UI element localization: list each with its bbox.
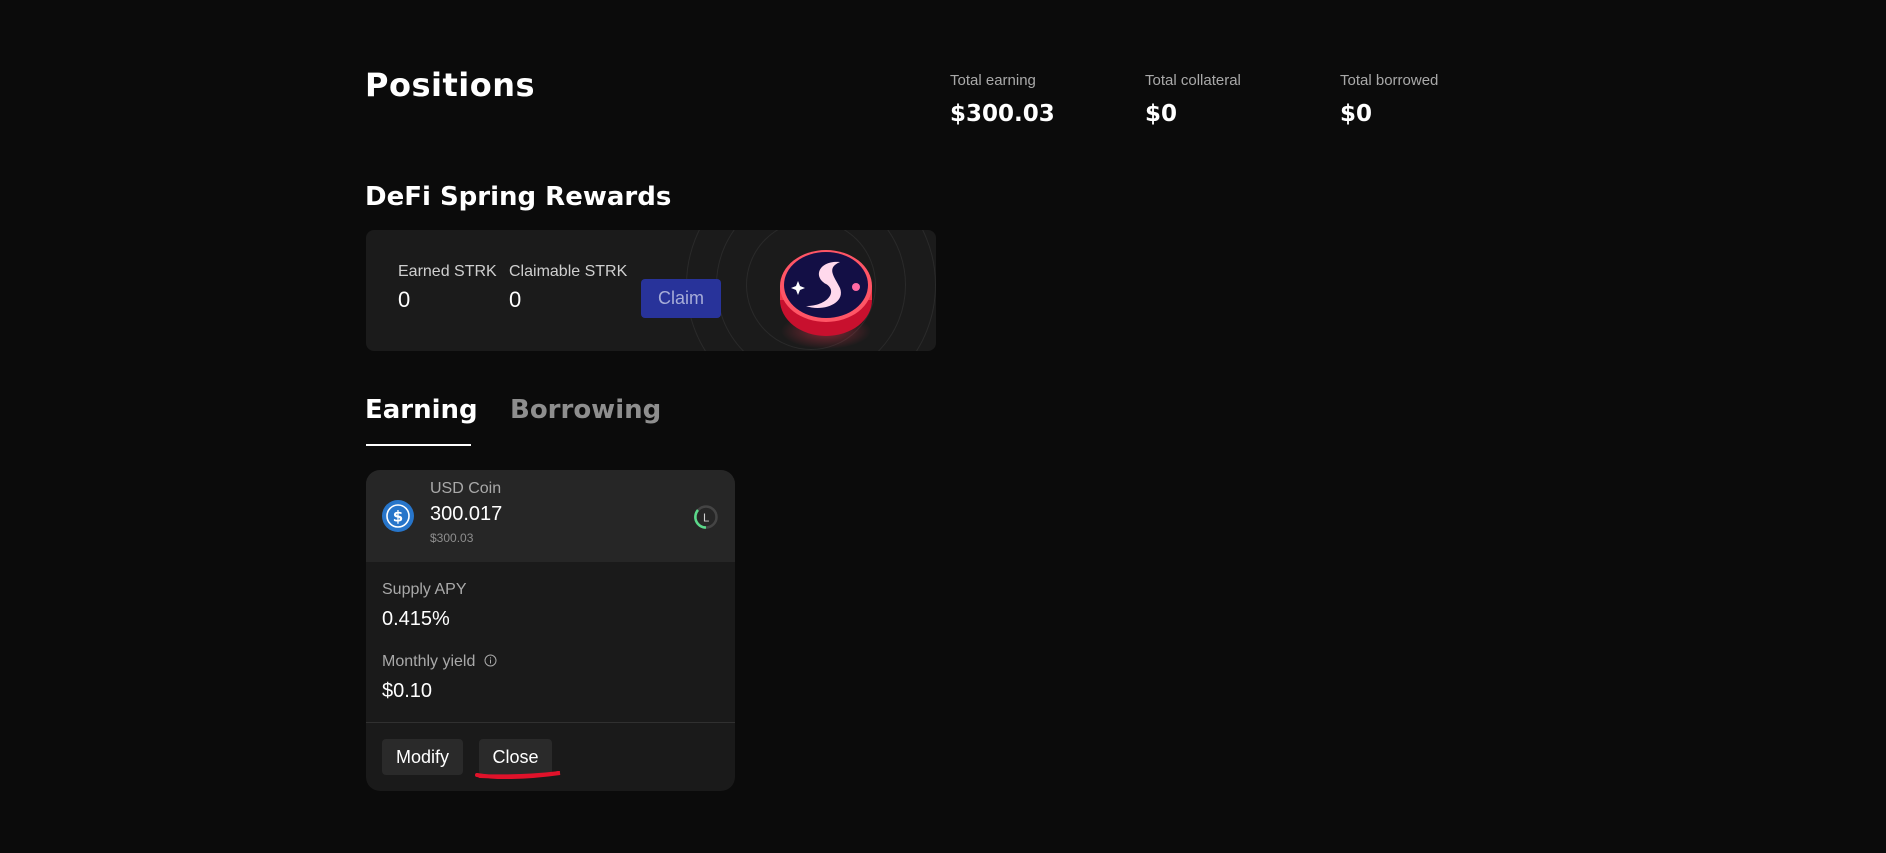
total-collateral-label: Total collateral	[1145, 72, 1241, 89]
total-borrowed-label: Total borrowed	[1340, 72, 1439, 89]
total-borrowed-stat: Total borrowed $0	[1340, 72, 1438, 127]
claimable-strk: Claimable STRK 0	[509, 263, 627, 313]
total-earning-stat: Total earning $300.03	[950, 72, 1055, 127]
earned-strk-value: 0	[398, 287, 411, 312]
active-tab-indicator	[366, 444, 471, 446]
tab-earning[interactable]: Earning	[365, 395, 478, 425]
earned-strk-label: Earned STRK	[398, 263, 497, 280]
tab-borrowing[interactable]: Borrowing	[510, 395, 661, 425]
modify-button[interactable]: Modify	[382, 739, 463, 775]
claim-button[interactable]: Claim	[641, 279, 721, 318]
total-borrowed-value: $0	[1340, 101, 1373, 127]
position-card-header: $ USD Coin 300.017 $300.03 L	[366, 470, 735, 562]
loop-status-icon[interactable]: L	[693, 504, 719, 530]
asset-usd-value: $300.03	[430, 531, 474, 545]
earned-strk: Earned STRK 0	[398, 263, 497, 313]
monthly-yield-label: Monthly yield	[382, 653, 497, 671]
usdc-icon: $	[382, 500, 414, 532]
supply-apy-value: 0.415%	[382, 608, 450, 630]
card-divider	[366, 722, 735, 723]
annotation-underline	[475, 771, 561, 780]
rewards-title: DeFi Spring Rewards	[365, 182, 672, 212]
strk-coin-icon	[780, 250, 872, 349]
claimable-strk-label: Claimable STRK	[509, 263, 628, 280]
total-collateral-stat: Total collateral $0	[1145, 72, 1241, 127]
rewards-card: Earned STRK 0 Claimable STRK 0 Claim	[366, 230, 936, 351]
position-card: $ USD Coin 300.017 $300.03 L Supply APY …	[366, 470, 735, 791]
page-title: Positions	[365, 66, 536, 104]
total-collateral-value: $0	[1145, 101, 1178, 127]
svg-text:L: L	[703, 512, 710, 525]
info-icon[interactable]	[484, 654, 497, 667]
supply-apy-label: Supply APY	[382, 581, 467, 598]
svg-text:$: $	[393, 508, 403, 526]
total-earning-label: Total earning	[950, 72, 1036, 89]
total-earning-value: $300.03	[950, 101, 1055, 127]
claimable-strk-value: 0	[509, 287, 522, 312]
monthly-yield-value: $0.10	[382, 680, 433, 702]
asset-name: USD Coin	[430, 480, 502, 497]
monthly-yield-label-text: Monthly yield	[382, 653, 476, 670]
asset-amount: 300.017	[430, 503, 503, 525]
